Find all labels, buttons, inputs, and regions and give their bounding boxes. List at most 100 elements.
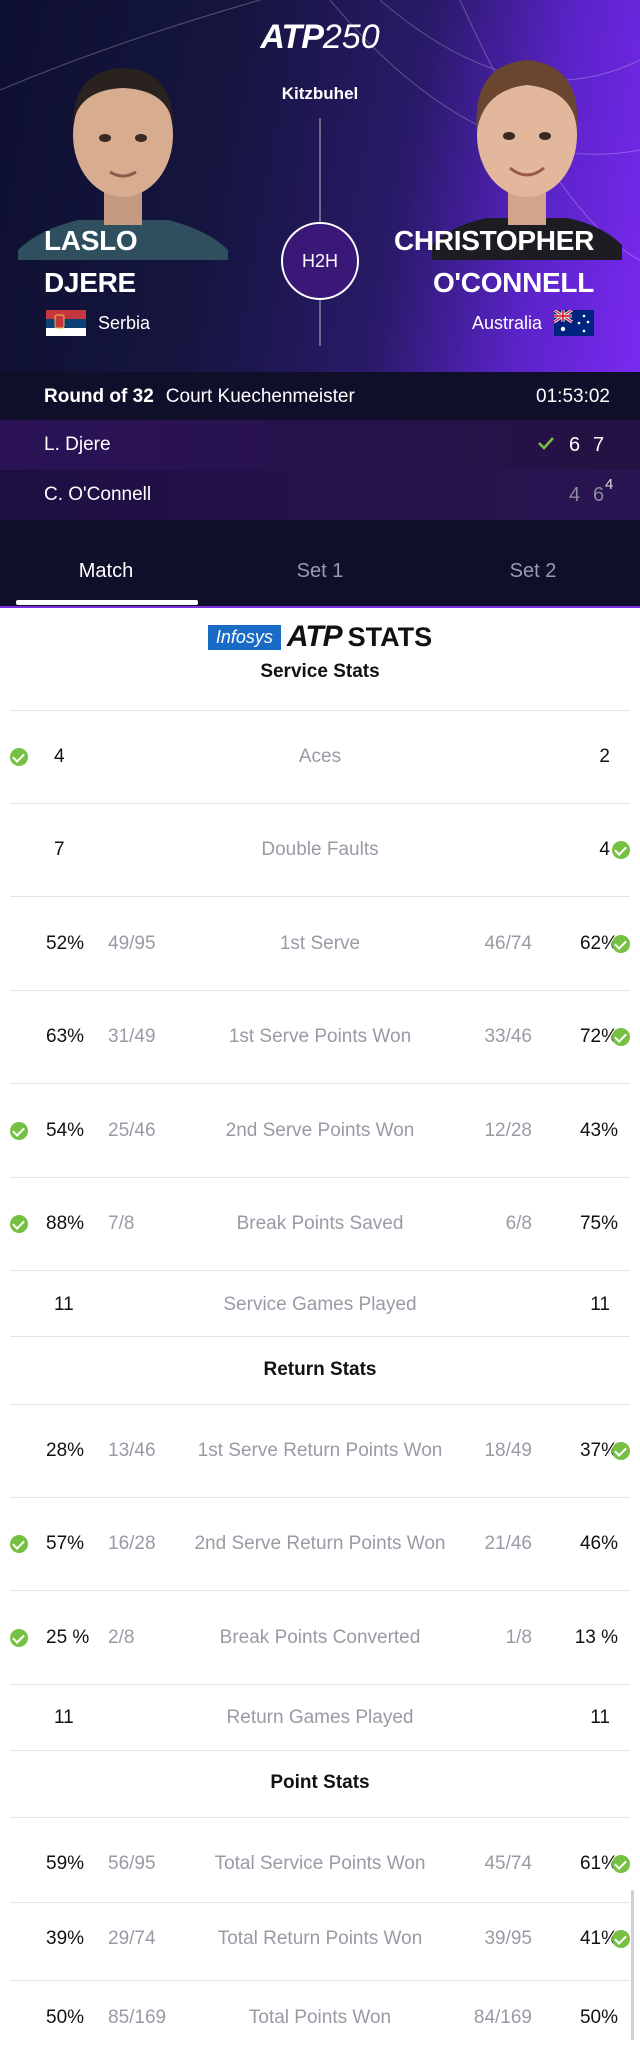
stat-label: Break Points Saved xyxy=(236,1213,404,1234)
stat-row: 52% 49/95 1st Serve 46/74 62% xyxy=(0,933,640,963)
tab-bar: Match Set 1 Set 2 xyxy=(0,522,640,608)
right-raw-value: 84/169 xyxy=(473,2007,532,2028)
winner-check-icon xyxy=(10,1629,28,1647)
right-raw-value: 46/74 xyxy=(484,933,532,954)
tab-bar-border xyxy=(0,606,640,608)
winner-check-icon xyxy=(538,437,554,450)
player2-set2-score: 6 xyxy=(593,483,605,506)
player2-country: Australia xyxy=(472,310,594,336)
court-label: Court Kuechenmeister xyxy=(165,386,355,407)
right-value: 2 xyxy=(599,746,610,767)
row-separator xyxy=(10,1590,630,1591)
player2-country-name: Australia xyxy=(471,312,542,333)
score-row-player1: L. Djere 6 7 xyxy=(0,420,640,470)
scrollbar[interactable] xyxy=(631,1890,634,2040)
row-separator xyxy=(10,1083,630,1084)
stat-row: 57% 16/28 2nd Serve Return Points Won 21/46… xyxy=(0,1533,640,1563)
stat-label: 1st Serve Points Won xyxy=(228,1026,412,1047)
section-title-point: Point Stats xyxy=(270,1772,370,1793)
right-value: 75% xyxy=(579,1213,618,1234)
stat-label: 1st Serve Return Points Won xyxy=(197,1440,443,1461)
atp-stats-label: ATP STATS xyxy=(287,620,432,654)
stat-label: Return Games Played xyxy=(226,1707,414,1728)
right-value: 13 % xyxy=(574,1627,618,1648)
stat-label: 2nd Serve Return Points Won xyxy=(194,1533,446,1554)
section-title-service: Service Stats xyxy=(260,661,380,682)
right-value: 11 xyxy=(590,1294,610,1315)
stat-label: 1st Serve xyxy=(279,933,361,954)
player2-tiebreak-score: 4 xyxy=(605,476,614,493)
scoreboard: Round of 32 Court Kuechenmeister 01:53:0… xyxy=(0,372,640,522)
right-value: 4 xyxy=(599,839,610,860)
section-title-return: Return Stats xyxy=(263,1359,377,1380)
right-raw-value: 33/46 xyxy=(484,1026,532,1047)
player2-short-name: C. O'Connell xyxy=(44,484,152,505)
match-header: ATP250 Kitzbuhel H2H LASLO DJERE CHRISTO… xyxy=(0,0,640,372)
h2h-button[interactable]: H2H xyxy=(281,222,359,300)
right-raw-value: 12/28 xyxy=(484,1120,532,1141)
stat-label: Break Points Converted xyxy=(219,1627,421,1648)
player2-name[interactable]: CHRISTOPHER O'CONNELL xyxy=(394,220,594,304)
right-raw-value: 21/46 xyxy=(484,1533,532,1554)
winner-check-icon xyxy=(612,1930,630,1948)
stat-label: Total Service Points Won xyxy=(214,1853,426,1874)
winner-check-icon xyxy=(612,841,630,859)
match-duration: 01:53:02 xyxy=(536,386,610,407)
winner-check-icon xyxy=(10,1535,28,1553)
winner-check-icon xyxy=(10,748,28,766)
stat-row: 54% 25/46 2nd Serve Points Won 12/28 43% xyxy=(0,1120,640,1150)
row-separator xyxy=(10,1497,630,1498)
match-info: Round of 32 Court Kuechenmeister 01:53:0… xyxy=(44,386,610,408)
row-separator xyxy=(10,1270,630,1271)
row-separator xyxy=(10,1902,630,1903)
tab-set-2[interactable]: Set 2 xyxy=(433,522,633,608)
stat-row: 25 % 2/8 Break Points Converted 1/8 13 % xyxy=(0,1627,640,1657)
player1-name[interactable]: LASLO DJERE xyxy=(44,220,138,304)
tab-set-1[interactable]: Set 1 xyxy=(220,522,420,608)
stat-row: 7 Double Faults 4 xyxy=(0,839,640,869)
winner-check-icon xyxy=(612,1855,630,1873)
player2-first-name: CHRISTOPHER xyxy=(394,225,594,256)
row-separator xyxy=(10,1404,630,1405)
stat-label: Service Games Played xyxy=(223,1294,417,1315)
active-tab-indicator xyxy=(16,600,198,605)
player1-short-name: L. Djere xyxy=(44,434,111,455)
stat-row: 39% 29/74 Total Return Points Won 39/95 41% xyxy=(0,1928,640,1958)
row-separator xyxy=(10,1750,630,1751)
right-raw-value: 45/74 xyxy=(484,1853,532,1874)
player2-last-name: O'CONNELL xyxy=(432,267,594,298)
round-label: Round of 32 xyxy=(44,386,154,407)
winner-check-icon xyxy=(612,1028,630,1046)
score-row-player2: C. O'Connell 4 6 4 xyxy=(0,470,640,520)
player1-set1-score: 6 xyxy=(569,433,581,456)
stat-label: Total Points Won xyxy=(248,2007,392,2028)
row-separator xyxy=(10,1817,630,1818)
player1-country: Serbia xyxy=(46,310,150,336)
right-raw-value: 1/8 xyxy=(505,1627,532,1648)
player2-set1-score: 4 xyxy=(569,483,581,506)
right-value: 11 xyxy=(590,1707,610,1728)
app-root: ATP250 Kitzbuhel H2H LASLO DJERE CHRISTO… xyxy=(0,0,640,2048)
stat-row: 11 Service Games Played 11 xyxy=(0,1294,640,1324)
player1-last-name: DJERE xyxy=(44,267,136,298)
logo-num: 250 xyxy=(322,18,380,56)
row-separator xyxy=(10,990,630,991)
player1-country-name: Serbia xyxy=(98,312,151,333)
winner-check-icon xyxy=(612,935,630,953)
player1-first-name: LASLO xyxy=(44,225,138,256)
stat-row: 63% 31/49 1st Serve Points Won 33/46 72% xyxy=(0,1026,640,1056)
atp-label: ATP xyxy=(286,620,343,653)
right-raw-value: 6/8 xyxy=(505,1213,532,1234)
winner-check-icon xyxy=(10,1215,28,1233)
row-separator xyxy=(10,896,630,897)
stat-label: Total Return Points Won xyxy=(217,1928,423,1949)
serbia-flag-icon xyxy=(46,310,86,336)
stat-row: 50% 85/169 Total Points Won 84/169 50% xyxy=(0,2007,640,2037)
stat-row: 59% 56/95 Total Service Points Won 45/74 61% xyxy=(0,1853,640,1883)
stat-row: 4 Aces 2 xyxy=(0,746,640,776)
stat-label: Aces xyxy=(298,746,342,767)
stat-label: Double Faults xyxy=(261,839,379,860)
row-separator xyxy=(10,710,630,711)
tab-match[interactable]: Match xyxy=(6,522,206,608)
right-raw-value: 18/49 xyxy=(484,1440,532,1461)
